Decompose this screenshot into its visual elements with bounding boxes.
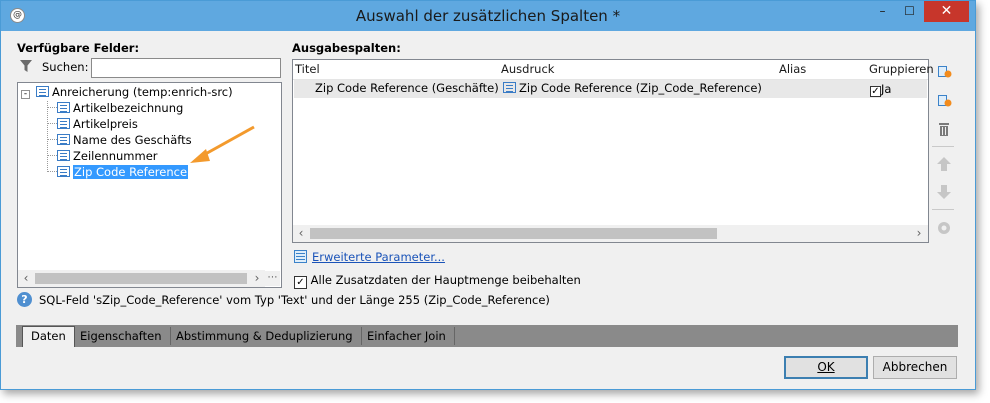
tab-daten[interactable]: Daten — [22, 326, 75, 347]
list-icon — [57, 134, 70, 145]
scroll-left-icon[interactable]: ‹ — [293, 225, 309, 242]
advanced-parameters-link[interactable]: Erweiterte Parameter... — [312, 250, 445, 264]
settings-icon[interactable] — [936, 220, 952, 236]
available-fields-label: Verfügbare Felder: — [17, 41, 140, 55]
search-label: Suchen: — [42, 60, 89, 74]
help-icon: ? — [17, 292, 32, 307]
cell-gruppieren-text: Ja — [881, 82, 892, 96]
tree-root[interactable]: - Anreicherung (temp:enrich-src) — [21, 84, 233, 100]
tree-item[interactable]: Name des Geschäfts — [57, 132, 192, 148]
title-bar[interactable]: @ Auswahl der zusätzlichen Spalten * – ☐… — [1, 1, 975, 31]
add-expression-icon[interactable] — [936, 92, 952, 108]
tree-item[interactable]: Artikelbezeichnung — [57, 100, 183, 116]
keep-data-label: Alle Zusatzdaten der Hauptmenge beibehal… — [310, 273, 581, 287]
column-header-titel[interactable]: Titel — [295, 60, 320, 78]
cancel-button-label: Abbrechen — [882, 360, 948, 374]
filter-icon — [19, 59, 33, 73]
tab-eigenschaften[interactable]: Eigenschaften — [72, 327, 171, 345]
add-column-icon[interactable] — [936, 63, 952, 79]
search-input[interactable] — [91, 58, 281, 78]
tree-item[interactable]: Zeilennummer — [57, 148, 158, 164]
scroll-thumb[interactable] — [310, 228, 717, 239]
output-columns-table[interactable]: Titel Ausdruck Alias Gruppieren Zip Code… — [292, 59, 934, 243]
parameters-icon — [294, 250, 307, 263]
keep-data-option[interactable]: ✓ Alle Zusatzdaten der Hauptmenge beibeh… — [294, 273, 581, 289]
scroll-right-icon[interactable]: › — [911, 225, 927, 242]
tab-einfacher-join[interactable]: Einfacher Join — [359, 327, 455, 345]
move-up-icon[interactable] — [936, 156, 952, 172]
tab-abstimmung-deduplizierung[interactable]: Abstimmung & Deduplizierung — [168, 327, 362, 345]
cancel-button[interactable]: Abbrechen — [873, 356, 957, 379]
column-header-ausdruck[interactable]: Ausdruck — [501, 60, 554, 78]
column-header-alias[interactable]: Alias — [779, 60, 806, 78]
tree-h-scrollbar[interactable]: ‹ › — [18, 270, 265, 287]
cell-ausdruck-text: Zip Code Reference (Zip_Code_Reference) — [519, 81, 762, 95]
output-columns-label: Ausgabespalten: — [292, 41, 401, 55]
tree-item-label: Artikelbezeichnung — [73, 101, 184, 115]
more-icon[interactable]: ⋯ — [265, 271, 280, 286]
scroll-left-icon[interactable]: ‹ — [18, 270, 34, 287]
delete-icon[interactable] — [936, 121, 952, 137]
tree-root-label: Anreicherung (temp:enrich-src) — [52, 85, 233, 99]
cell-titel: Zip Code Reference (Geschäfte) — [315, 81, 499, 95]
tree-item[interactable]: Artikelpreis — [57, 116, 138, 132]
list-icon — [57, 102, 70, 113]
table-row[interactable]: Zip Code Reference (Geschäfte) Zip Code … — [294, 80, 927, 98]
maximize-button[interactable]: ☐ — [896, 1, 923, 22]
collapse-icon[interactable]: - — [21, 90, 30, 99]
window-title: Auswahl der zusätzlichen Spalten * — [355, 7, 621, 25]
cell-gruppieren: ✓Ja — [870, 82, 891, 97]
table-header: Titel Ausdruck Alias Gruppieren — [293, 60, 934, 80]
ok-button[interactable]: OK — [784, 356, 868, 379]
field-info-text: SQL-Feld 'sZip_Code_Reference' vom Typ '… — [39, 293, 550, 307]
minimize-button[interactable]: – — [869, 1, 896, 22]
list-icon — [36, 86, 49, 97]
scroll-thumb[interactable] — [35, 273, 247, 284]
gruppieren-checkbox[interactable]: ✓ — [870, 86, 881, 97]
tree-item-label: Name des Geschäfts — [73, 133, 192, 147]
tree-item-selected[interactable]: Zip Code Reference — [57, 164, 189, 180]
cell-ausdruck: Zip Code Reference (Zip_Code_Reference) — [503, 81, 762, 95]
list-icon — [57, 118, 70, 129]
list-icon — [503, 82, 516, 93]
column-header-gruppieren[interactable]: Gruppieren — [869, 60, 934, 78]
list-icon — [57, 166, 70, 177]
ok-button-label: OK — [817, 360, 835, 374]
close-button[interactable]: ✕ — [924, 1, 969, 22]
tree-item-label: Zeilennummer — [73, 149, 158, 163]
dialog-window: @ Auswahl der zusätzlichen Spalten * – ☐… — [0, 0, 976, 390]
tab-bar: Daten Eigenschaften Abstimmung & Dedupli… — [16, 325, 958, 347]
table-h-scrollbar[interactable]: ‹ › — [293, 225, 928, 242]
tree-item-label: Artikelpreis — [73, 117, 138, 131]
annotation-arrow-icon — [190, 125, 255, 163]
move-down-icon[interactable] — [936, 184, 952, 200]
tree-item-label: Zip Code Reference — [73, 165, 189, 179]
keep-data-checkbox[interactable]: ✓ — [294, 276, 307, 289]
list-key-icon — [57, 150, 70, 161]
scroll-right-icon[interactable]: › — [249, 270, 265, 287]
field-tree[interactable]: - Anreicherung (temp:enrich-src) Artikelb… — [17, 82, 282, 288]
